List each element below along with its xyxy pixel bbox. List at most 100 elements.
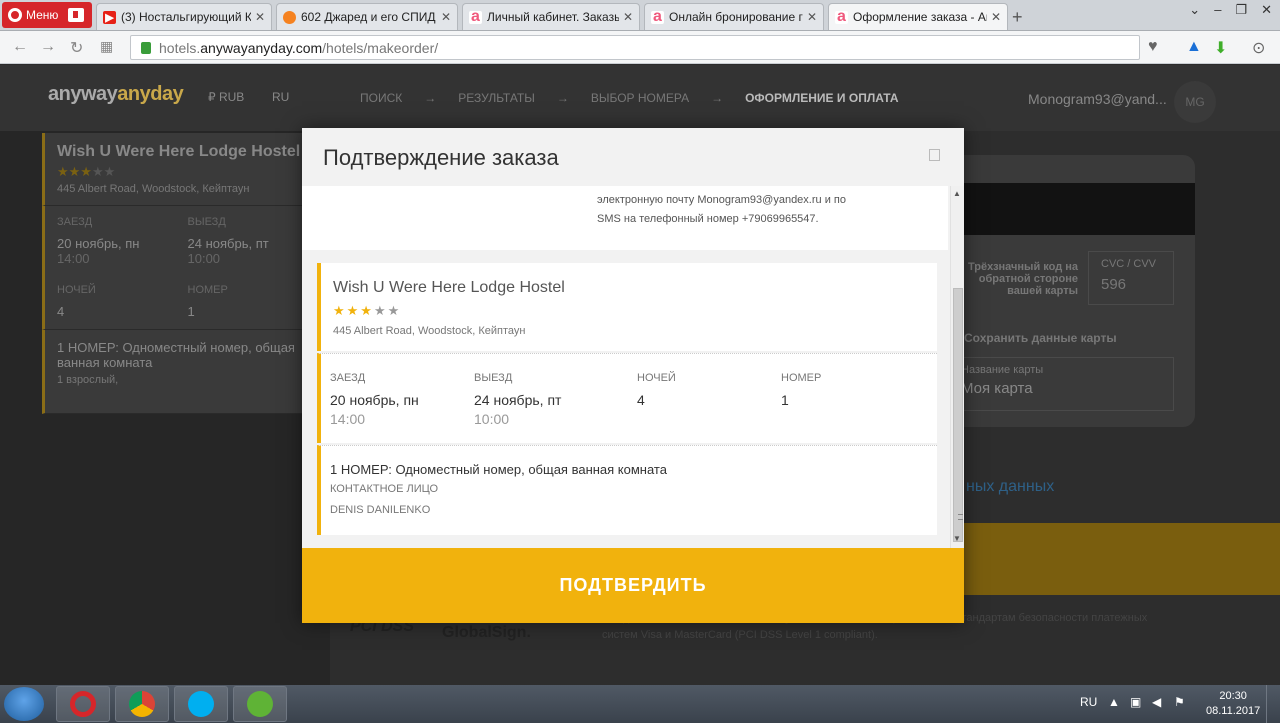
taskbar-chrome[interactable] [115,686,169,722]
booking-steps: ПОИСК → РЕЗУЛЬТАТЫ → ВЫБОР НОМЕРА → ОФОР… [360,91,899,105]
taskbar-utorrent[interactable] [233,686,287,722]
room-title: 1 НОМЕР: Одноместный номер, общая ванная… [330,462,667,477]
speed-dial-icon[interactable]: ▦ [100,38,113,55]
arrow-icon: → [556,91,569,105]
flow-icon[interactable] [68,8,85,22]
volume-icon[interactable]: ◀ [1152,695,1161,709]
modal-scrollbar[interactable]: ▲ ▼ [950,186,964,548]
card-name-value: Моя карта [961,380,1033,397]
browser-tab[interactable]: 602 Джаред и его СПИД ✕ [276,3,458,30]
url-host: hotels. [159,39,201,56]
url-domain: anywayanyday.com [200,39,323,56]
language-selector[interactable]: RU [272,90,289,104]
save-card-checkbox[interactable]: Сохранить данные карты [964,331,1117,345]
clock[interactable]: 20:30 08.11.2017 [1206,689,1260,719]
cvc-field[interactable]: CVC / CVV 596 [1088,251,1174,305]
arrow-icon: → [711,91,724,105]
site-logo[interactable]: anywayanyday [48,83,184,106]
show-desktop-button[interactable] [1266,685,1280,723]
notice-email-line: электронную почту Monogram93@yandex.ru и… [597,194,846,206]
card-name-field[interactable]: Название карты Моя карта [950,357,1174,411]
payment-card-back: Трёхзначный код на обратной стороне ваше… [930,155,1195,427]
anywayanyday-icon: a [835,8,848,25]
cvc-hint: Трёхзначный код на обратной стороне ваше… [967,261,1078,297]
taskbar-opera[interactable] [56,686,110,722]
new-tab-button[interactable]: + [1012,7,1023,28]
action-center-icon[interactable]: ⚑ [1174,695,1185,709]
sidebar-room-title: 1 НОМЕР: Одноместный номер, общая ванная… [57,340,295,370]
close-tab-icon[interactable]: ✕ [255,10,265,24]
hotel-card: Wish U Were Here Lodge Hostel ★★★★★ 445 … [317,263,937,351]
step-results[interactable]: РЕЗУЛЬТАТЫ [458,91,535,105]
logo-part: anyday [117,83,184,105]
close-tab-icon[interactable]: ✕ [807,10,817,24]
modal-header: Подтверждение заказа [302,128,964,186]
start-button[interactable] [4,687,44,721]
taskbar-skype[interactable] [174,686,228,722]
close-icon[interactable] [929,149,940,161]
sidebar-dates-block: ЗАЕЗД 20 ноябрь, пн 14:00 ВЫЕЗД 24 ноябрь, … [42,206,330,330]
opera-logo-icon [8,8,22,22]
browser-tab-bar: Меню ▶ (3) Ностальгирующий Кр ✕ 602 Джар… [0,0,1280,31]
bookmark-heart-icon[interactable]: ♥ [1148,38,1158,56]
checkout-date: 24 ноябрь, пт [187,236,269,251]
checkin-label: ЗАЕЗД [330,372,366,384]
step-room[interactable]: ВЫБОР НОМЕРА [591,91,689,105]
scroll-up-icon[interactable]: ▲ [953,189,961,198]
site-header: anywayanyday ₽ RUB RU ПОИСК → РЕЗУЛЬТАТЫ… [0,65,1280,131]
checkin-time: 14:00 [330,411,366,427]
url-field[interactable]: hotels. anywayanyday.com/hotels/makeorder… [130,35,1140,60]
browser-tab[interactable]: a Личный кабинет. Заказы ✕ [462,3,640,30]
magnetic-stripe [930,183,1195,235]
close-tab-icon[interactable]: ✕ [991,10,1001,24]
language-indicator[interactable]: RU [1080,695,1097,709]
browser-tab[interactable]: a Онлайн бронирование го ✕ [644,3,824,30]
grip-icon [958,514,963,520]
modal-body: электронную почту Monogram93@yandex.ru и… [302,186,950,548]
step-search[interactable]: ПОИСК [360,91,402,105]
avatar[interactable]: MG [1174,81,1216,123]
room-card: 1 НОМЕР: Одноместный номер, общая ванная… [317,445,937,535]
more-data-link[interactable]: ных данных [966,478,1054,496]
tab-menu-icon[interactable]: ⌄ [1189,2,1200,18]
forward-icon[interactable]: → [40,38,56,56]
scroll-thumb[interactable] [953,288,963,542]
tray-expand-icon[interactable]: ▲ [1108,695,1120,709]
rooms-column: НОМЕР 1 [781,372,821,408]
reload-icon[interactable]: ↻ [70,38,83,58]
downloads-icon[interactable]: ⊙ [1252,38,1265,58]
minimize-button[interactable]: – [1214,2,1221,18]
hotel-name: Wish U Were Here Lodge Hostel [333,279,565,296]
room-label: НОМЕР [781,372,822,384]
sidebar-stars: ★★★★★ [57,164,318,180]
star-empty-icon: ★★ [373,303,402,318]
vpn-icon[interactable]: ▲ [1186,38,1202,56]
download-icon[interactable]: ⬇ [1214,38,1227,58]
nights-label: НОЧЕЙ [57,284,96,296]
currency-selector[interactable]: ₽ RUB [208,90,244,104]
back-icon[interactable]: ← [12,38,28,56]
close-tab-icon[interactable]: ✕ [623,10,633,24]
anywayanyday-icon: a [651,8,664,25]
sidebar-hotel-block: Wish U Were Here Lodge Hostel ★★★★★ 445 … [42,133,330,206]
close-tab-icon[interactable]: ✕ [441,10,451,24]
menu-label: Меню [26,8,59,22]
browser-tab[interactable]: ▶ (3) Ностальгирующий Кр ✕ [96,3,272,30]
close-window-button[interactable]: ✕ [1261,2,1272,18]
browser-tab-active[interactable]: a Оформление заказа - Any ✕ [828,3,1008,30]
logo-part: anyway [48,83,118,105]
notice-sms-line: SMS на телефонный номер +79069965547. [597,213,819,225]
confirm-button[interactable]: ПОДТВЕРДИТЬ [302,548,964,623]
checkout-time: 10:00 [474,411,510,427]
user-email[interactable]: Monogram93@yand... [1028,91,1167,107]
room-label: НОМЕР [187,284,228,296]
opera-menu-button[interactable]: Меню [2,2,92,28]
room-value: 1 [781,392,789,408]
maximize-button[interactable]: ❐ [1235,2,1247,18]
nights-value: 4 [637,392,645,408]
checkout-label: ВЫЕЗД [474,372,513,384]
checkout-date: 24 ноябрь, пт [474,392,562,408]
network-icon[interactable]: ▣ [1130,695,1141,709]
scroll-down-icon[interactable]: ▼ [953,534,961,543]
checkin-date: 20 ноябрь, пн [57,236,140,251]
